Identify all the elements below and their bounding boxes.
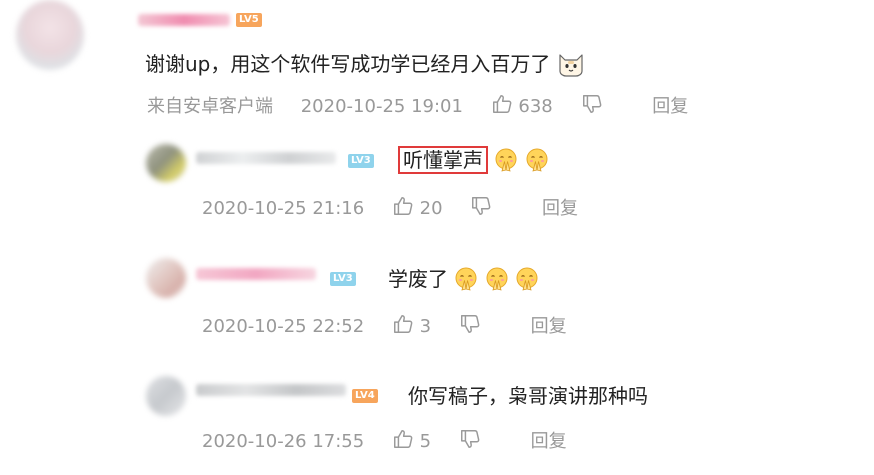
thumb-up-icon[interactable] [392,313,414,335]
reply-meta: 2020-10-25 21:16 20 回复 [202,194,578,220]
comment-source: 来自安卓客户端 [147,96,273,117]
username[interactable] [196,268,316,280]
reply-button[interactable]: 回复 [652,96,688,117]
clapping-face-emoji-icon [485,267,509,291]
thumb-down-icon[interactable] [459,313,481,335]
level-badge: LV3 [330,272,356,286]
reply-meta: 2020-10-26 17:55 5 回复 [202,427,567,453]
reply-time: 2020-10-26 17:55 [202,431,365,452]
level-badge: LV3 [348,154,374,168]
reply-button[interactable]: 回复 [542,198,578,219]
highlighted-reply-text: 听懂掌声 [398,146,488,174]
clapping-face-emoji-icon [494,148,518,172]
reply-text: 你写稿子，枭哥演讲那种吗 [408,380,648,409]
reply-time: 2020-10-25 21:16 [202,198,365,219]
doggie-face-emoji-icon [557,51,585,77]
avatar[interactable] [146,376,186,416]
like-count: 20 [419,198,443,219]
clapping-face-emoji-icon [525,148,549,172]
reply-button[interactable]: 回复 [531,431,567,452]
avatar[interactable] [16,0,84,70]
reply-meta: 2020-10-25 22:52 3 回复 [202,312,567,338]
avatar[interactable] [146,258,186,298]
like-count: 638 [518,96,553,117]
reply-button[interactable]: 回复 [531,316,567,337]
comment-meta: 来自安卓客户端 2020-10-25 19:01 638 回复 [147,92,688,118]
reply-text-content: 你写稿子，枭哥演讲那种吗 [408,384,648,408]
reply-time: 2020-10-25 22:52 [202,316,365,337]
level-badge: LV4 [352,389,378,403]
comment-text-content: 谢谢up，用这个软件写成功学已经月入百万了 [145,52,551,76]
comment-time: 2020-10-25 19:01 [300,96,463,117]
like-count: 3 [419,316,432,337]
level-badge: LV5 [236,13,262,27]
thumb-down-icon[interactable] [581,93,603,115]
thumb-up-icon[interactable] [392,428,414,450]
like-count: 5 [419,431,432,452]
avatar[interactable] [146,144,186,182]
reply-text-content: 学废了 [388,267,448,291]
clapping-face-emoji-icon [454,267,478,291]
thumb-down-icon[interactable] [470,195,492,217]
comment-text: 谢谢up，用这个软件写成功学已经月入百万了 [145,48,585,77]
thumb-up-icon[interactable] [491,93,513,115]
thumb-up-icon[interactable] [392,195,414,217]
username[interactable] [196,384,346,396]
username[interactable] [138,14,230,26]
thumb-down-icon[interactable] [459,428,481,450]
reply-text: 学废了 [388,263,539,292]
clapping-face-emoji-icon [515,267,539,291]
username[interactable] [196,152,336,164]
reply-text: 听懂掌声 [398,144,549,174]
